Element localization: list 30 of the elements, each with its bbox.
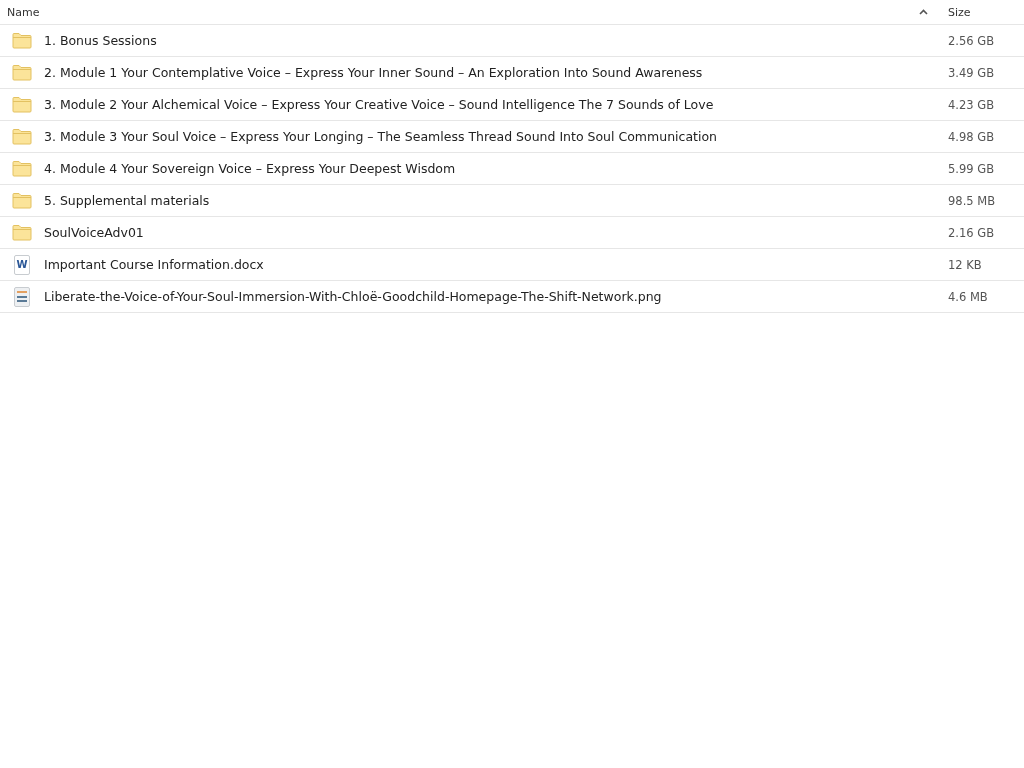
file-size: 2.16 GB <box>948 225 996 240</box>
file-size: 4.23 GB <box>948 97 996 112</box>
file-size: 2.56 GB <box>948 33 996 48</box>
folder-icon <box>12 160 32 177</box>
file-size: 98.5 MB <box>948 193 997 208</box>
word-document-icon: W <box>14 254 30 275</box>
folder-icon <box>12 96 32 113</box>
folder-icon <box>12 128 32 145</box>
column-header[interactable]: Size <box>948 5 1024 19</box>
file-size: 5.99 GB <box>948 161 996 176</box>
folder-icon <box>12 192 32 209</box>
file-name[interactable]: 2. Module 1 Your Contemplative Voice – Express Your Inner Sound – An Exploration Into Sound Awareness <box>44 65 703 80</box>
file-name[interactable]: Liberate-the-Voice-of-Your-Soul-Immersion-With-Chloë-Goodchild-Homepage-The-Shift-Network.png <box>44 289 662 304</box>
column-header[interactable]: Name <box>0 5 828 19</box>
file-size: 4.6 MB <box>948 289 989 304</box>
file-name[interactable]: 4. Module 4 Your Sovereign Voice – Express Your Deepest Wisdom <box>44 161 456 176</box>
file-name[interactable]: SoulVoiceAdv01 <box>44 225 144 240</box>
file-name[interactable]: 3. Module 2 Your Alchemical Voice – Express Your Creative Voice – Sound Intelligence The 7 Sounds of Love <box>44 97 714 112</box>
folder-icon <box>12 224 32 241</box>
file-name[interactable]: 3. Module 3 Your Soul Voice – Express Your Longing – The Seamless Thread Sound Into Soul Communication <box>44 129 717 144</box>
image-file-icon <box>14 286 30 307</box>
chevron-up-icon[interactable] <box>919 9 928 15</box>
file-size: 3.49 GB <box>948 65 996 80</box>
file-size: 4.98 GB <box>948 129 996 144</box>
file-size: 12 KB <box>948 257 983 272</box>
file-name[interactable]: 1. Bonus Sessions <box>44 33 157 48</box>
folder-icon <box>12 64 32 81</box>
folder-icon <box>12 32 32 49</box>
file-name[interactable]: 5. Supplemental materials <box>44 193 210 208</box>
file-name[interactable]: Important Course Information.docx <box>44 257 264 272</box>
